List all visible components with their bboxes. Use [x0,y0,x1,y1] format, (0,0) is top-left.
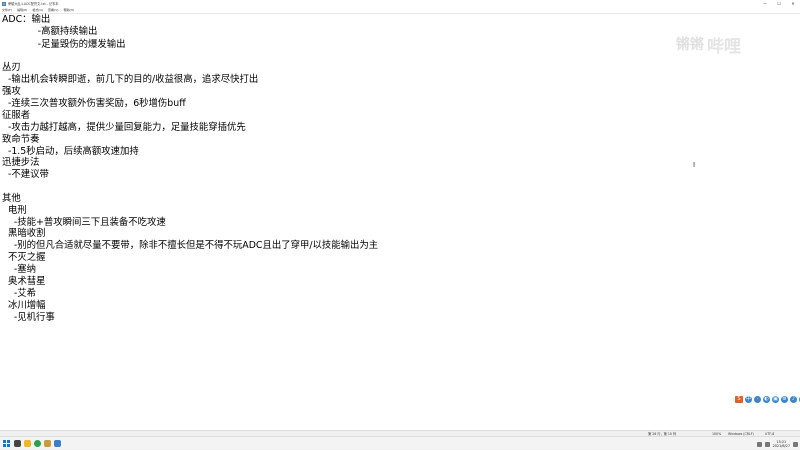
text-line: -塞纳 [2,264,37,275]
text-line: -1.5秒启动，后续高额攻速加持 [2,146,139,157]
text-line: 丛刃 [2,62,21,73]
watermark-left: 锵锵 [676,37,704,53]
notepad-icon [2,1,6,6]
ime-keyboard-icon[interactable]: ▣ [772,396,779,403]
close-button[interactable]: ✕ [786,0,800,7]
text-line: 黑暗收割 [2,228,46,239]
network-icon[interactable] [756,441,762,447]
text-line: 其他 [2,193,21,204]
text-editor[interactable]: ADC：输出 -高额持续输出 -足量毁伤的爆发输出 丛刃 -输出机会转瞬即逝，前… [0,13,800,426]
ime-logo-icon[interactable]: S [735,396,743,403]
text-line: -输出机会转瞬即逝，前几下的目的/收益很高，追求尽快打出 [2,74,259,85]
text-line: 不灭之握 [2,252,46,263]
menu-view[interactable]: 查看(V) [48,8,58,12]
text-line: 强攻 [2,86,21,97]
ime-punct-icon[interactable]: · [754,396,761,403]
taskbar-chrome-icon[interactable] [32,437,42,451]
text-line: -见机行事 [2,312,55,323]
text-line: -不建议带 [2,169,49,180]
taskbar-game-client-icon[interactable] [42,437,52,451]
text-line: ADC：输出 [2,14,51,25]
taskbar-clock[interactable]: 15:21 2021/6/27 [773,440,790,448]
window-title: 荣耀大乱斗ADC配符文.txt - 记事本 [8,2,59,6]
start-button[interactable] [0,437,12,451]
system-tray: 15:21 2021/6/27 [756,437,798,451]
notepad-window: 荣耀大乱斗ADC配符文.txt - 记事本 — ☐ ✕ 文件(F) 编辑(E) … [0,0,800,450]
text-line: -高额持续输出 [2,26,98,37]
text-line: -艾希 [2,288,37,299]
taskbar-search-icon[interactable] [12,437,22,451]
window-controls: — ☐ ✕ [758,0,800,7]
ime-voice-icon[interactable]: ♪ [790,396,797,403]
mouse-cursor-icon: I [693,161,696,169]
ime-settings-icon[interactable]: ⚙ [781,396,788,403]
text-line: 致命节奏 [2,134,40,145]
text-line: -攻击力越打越高，提供少量回复能力，足量技能穿插优先 [2,122,246,133]
windows-logo-icon [2,440,10,447]
text-line: -别的但凡合适就尽量不要带，除非不擅长但是不得不玩ADC且出了穿甲/以技能输出为… [2,240,379,251]
ime-emoji-icon[interactable]: ◐ [763,396,770,403]
minimize-button[interactable]: — [758,0,772,7]
text-line: -足量毁伤的爆发输出 [2,39,126,50]
taskbar: 15:21 2021/6/27 [0,436,800,450]
ime-mode-icon[interactable]: 中 [745,396,752,403]
text-line: 冰川增幅 [2,300,46,311]
text-line: 奥术彗星 [2,276,46,287]
taskbar-file-explorer-icon[interactable] [22,437,32,451]
text-line: 电刑 [2,205,27,216]
menu-file[interactable]: 文件(F) [2,8,12,12]
menu-format[interactable]: 格式(O) [32,8,43,12]
menu-help[interactable]: 帮助(H) [63,8,74,12]
text-line: 迅捷步法 [2,157,40,168]
text-line: 征服者 [2,110,31,121]
title-bar: 荣耀大乱斗ADC配符文.txt - 记事本 — ☐ ✕ [0,0,800,7]
bilibili-watermark: 锵锵 哔哩 [676,33,741,57]
text-line: -技能+普攻瞬间三下且装备不吃攻速 [2,217,166,228]
clock-date: 2021/6/27 [772,444,790,448]
taskbar-notepad-icon[interactable] [52,437,62,451]
watermark-right: 哔哩 [707,36,741,57]
volume-icon[interactable] [764,441,770,447]
menu-edit[interactable]: 编辑(E) [17,8,27,12]
maximize-button[interactable]: ☐ [772,0,786,7]
floating-ime-toolbar: S 中 · ◐ ▣ ⚙ ♪ ⊞ [735,396,800,404]
text-line: -连续三次普攻额外伤害奖励，6秒增伤buff [2,98,186,109]
notification-icon[interactable] [793,441,798,447]
